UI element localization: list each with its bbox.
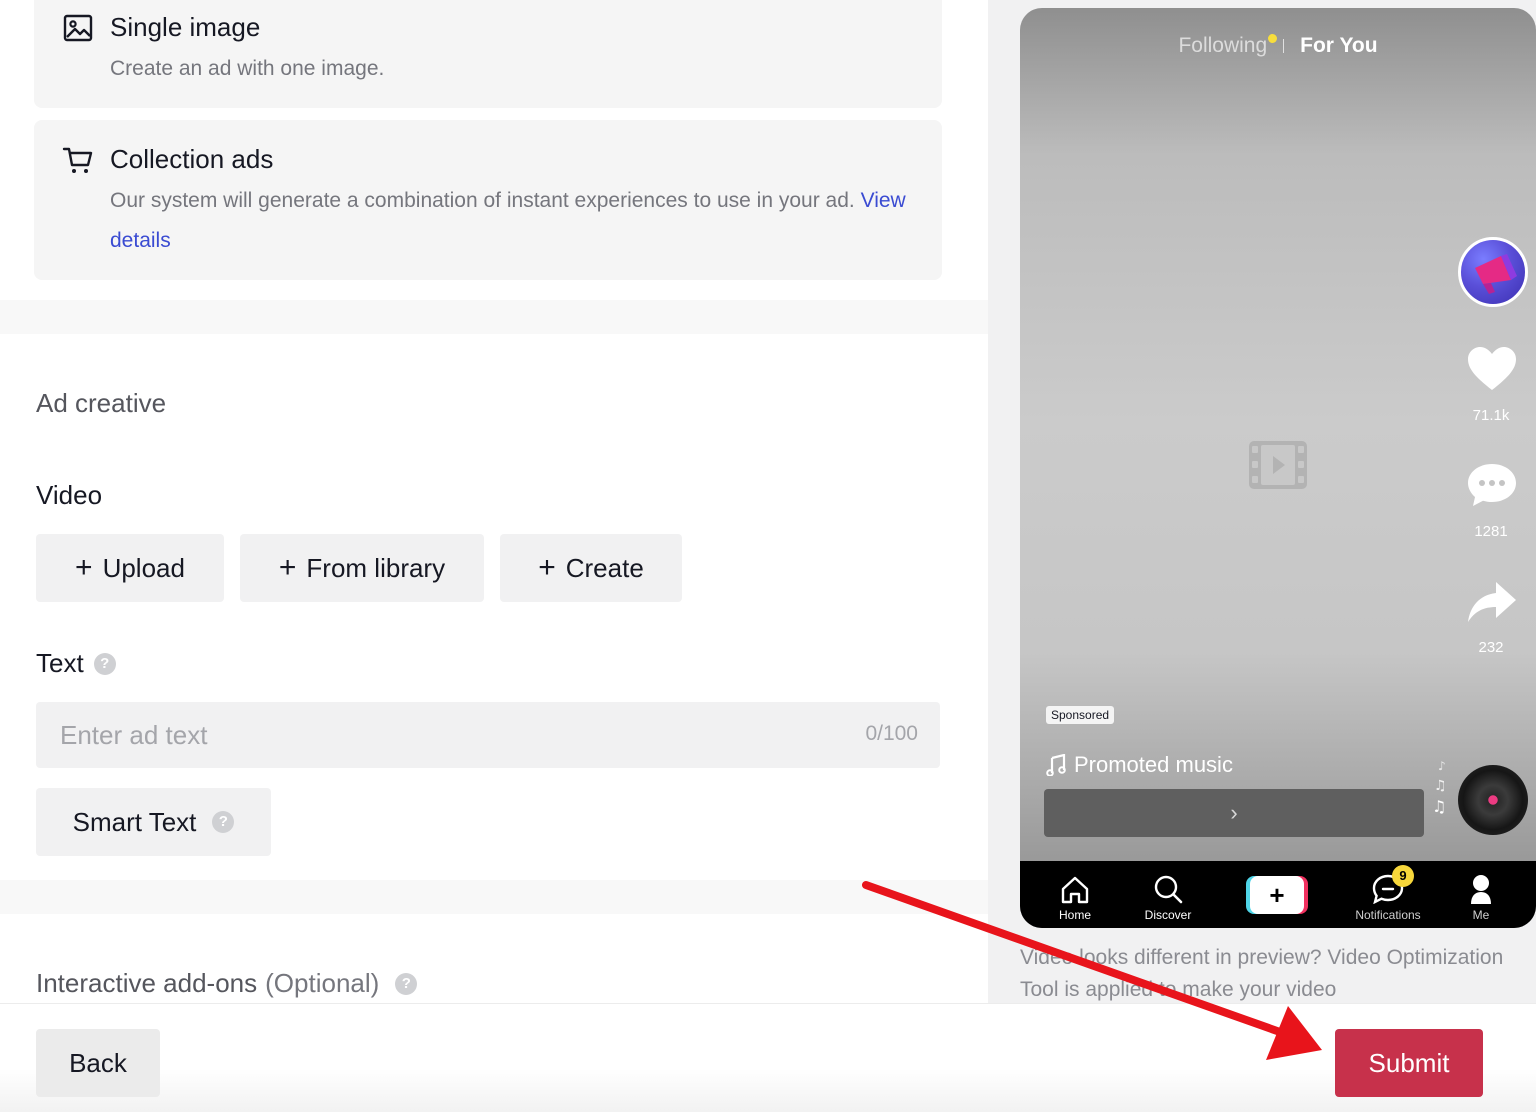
smart-text-button-label: Smart Text	[72, 806, 197, 837]
tab-following: Following	[1178, 34, 1278, 58]
from-library-button[interactable]: + From library	[240, 534, 484, 602]
comment-icon	[1468, 464, 1516, 506]
preview-note: Video looks different in preview? Video …	[1020, 946, 1504, 1001]
home-icon	[1061, 876, 1089, 904]
format-description: Our system will generate a combination o…	[110, 181, 914, 261]
heart-icon	[1468, 347, 1516, 390]
search-icon	[1154, 875, 1183, 904]
comment-count: 1281	[1474, 523, 1508, 540]
help-icon[interactable]: ?	[395, 972, 418, 995]
svg-text:♫: ♫	[1434, 778, 1447, 794]
ad-text-input[interactable]	[60, 702, 820, 768]
video-placeholder-icon	[1249, 441, 1307, 489]
video-label-text: Video	[36, 480, 103, 510]
nav-home: Home	[1048, 861, 1102, 928]
text-label: Text ?	[36, 648, 116, 679]
profile-icon	[1471, 875, 1491, 904]
upload-button[interactable]: + Upload	[36, 534, 224, 602]
app-nav-bar: Home Discover + 9 Notifications Me	[1020, 861, 1536, 928]
back-button[interactable]: Back	[36, 1029, 160, 1097]
section-title-ad-creative: Ad creative	[36, 388, 167, 418]
share-icon	[1468, 582, 1516, 622]
section-divider	[0, 880, 988, 914]
format-title: Collection ads	[110, 144, 274, 174]
chevron-right-icon: ›	[1230, 800, 1238, 825]
feed-tabs: Following For You	[1020, 34, 1536, 58]
format-card-single-image[interactable]: Single image Create an ad with one image…	[34, 0, 942, 108]
ad-setup-form: Single image Create an ad with one image…	[0, 0, 988, 1112]
music-disc-icon	[1458, 765, 1528, 835]
format-description: Create an ad with one image.	[110, 57, 385, 80]
phone-preview: Following For You 71.1k 1281 232 Sponsor…	[1020, 8, 1536, 928]
music-label: Promoted music	[1046, 752, 1233, 778]
nav-notifications: 9 Notifications	[1340, 861, 1436, 928]
plus-icon: +	[278, 551, 297, 584]
image-icon	[63, 14, 93, 42]
new-content-dot	[1268, 34, 1278, 43]
plus-icon: +	[538, 551, 556, 584]
megaphone-icon	[1475, 254, 1517, 294]
nav-discover: Discover	[1132, 861, 1204, 928]
ad-preview-panel: Following For You 71.1k 1281 232 Sponsor…	[988, 0, 1536, 1112]
tab-separator	[1283, 39, 1285, 53]
help-icon[interactable]: ?	[212, 811, 235, 833]
create-video-button: +	[1250, 876, 1304, 914]
from-library-button-label: From library	[306, 552, 446, 583]
format-card-collection-ads[interactable]: Collection ads Our system will generate …	[34, 120, 942, 280]
format-description-text: Our system will generate a combination o…	[110, 189, 855, 212]
upload-button-label: Upload	[102, 552, 185, 583]
svg-text:♪: ♪	[1438, 759, 1446, 773]
bottom-action-bar: Back Submit	[0, 1003, 1536, 1112]
ad-text-field[interactable]: 0/100	[36, 702, 940, 768]
video-label: Video	[36, 480, 102, 511]
interactive-addons-text: Interactive add-ons	[36, 968, 258, 998]
floating-notes-icon: ♪ ♫ ♫	[1432, 759, 1447, 816]
tab-following-label: Following	[1178, 34, 1268, 57]
section-divider	[0, 300, 988, 334]
notifications-badge: 9	[1392, 865, 1414, 887]
nav-home-label: Home	[1058, 908, 1091, 922]
cart-icon	[62, 147, 93, 173]
plus-icon: +	[75, 551, 93, 584]
smart-text-button[interactable]: Smart Text ?	[36, 788, 271, 856]
format-title: Single image	[110, 12, 261, 42]
svg-text:♫: ♫	[1432, 797, 1446, 816]
advertiser-avatar	[1458, 237, 1528, 307]
cta-bar: ›	[1044, 789, 1424, 837]
nav-me: Me	[1466, 861, 1496, 928]
nav-me-label: Me	[1472, 908, 1490, 922]
help-icon[interactable]: ?	[93, 652, 116, 675]
optional-tag: (Optional)	[265, 968, 380, 998]
create-button[interactable]: + Create	[500, 534, 682, 602]
create-button-label: Create	[565, 552, 644, 583]
tab-for-you: For You	[1300, 34, 1378, 57]
text-label-text: Text	[36, 648, 84, 678]
like-count: 71.1k	[1472, 407, 1510, 424]
character-counter: 0/100	[865, 722, 918, 745]
nav-notifications-label: Notifications	[1355, 908, 1421, 922]
share-count: 232	[1478, 639, 1504, 656]
interactive-addons-label: Interactive add-ons (Optional) ?	[36, 968, 418, 999]
sponsored-badge: Sponsored	[1046, 706, 1115, 724]
music-title: Promoted music	[1074, 752, 1233, 777]
music-note-icon	[1046, 754, 1066, 776]
nav-discover-label: Discover	[1144, 908, 1192, 922]
submit-button[interactable]: Submit	[1335, 1029, 1483, 1097]
